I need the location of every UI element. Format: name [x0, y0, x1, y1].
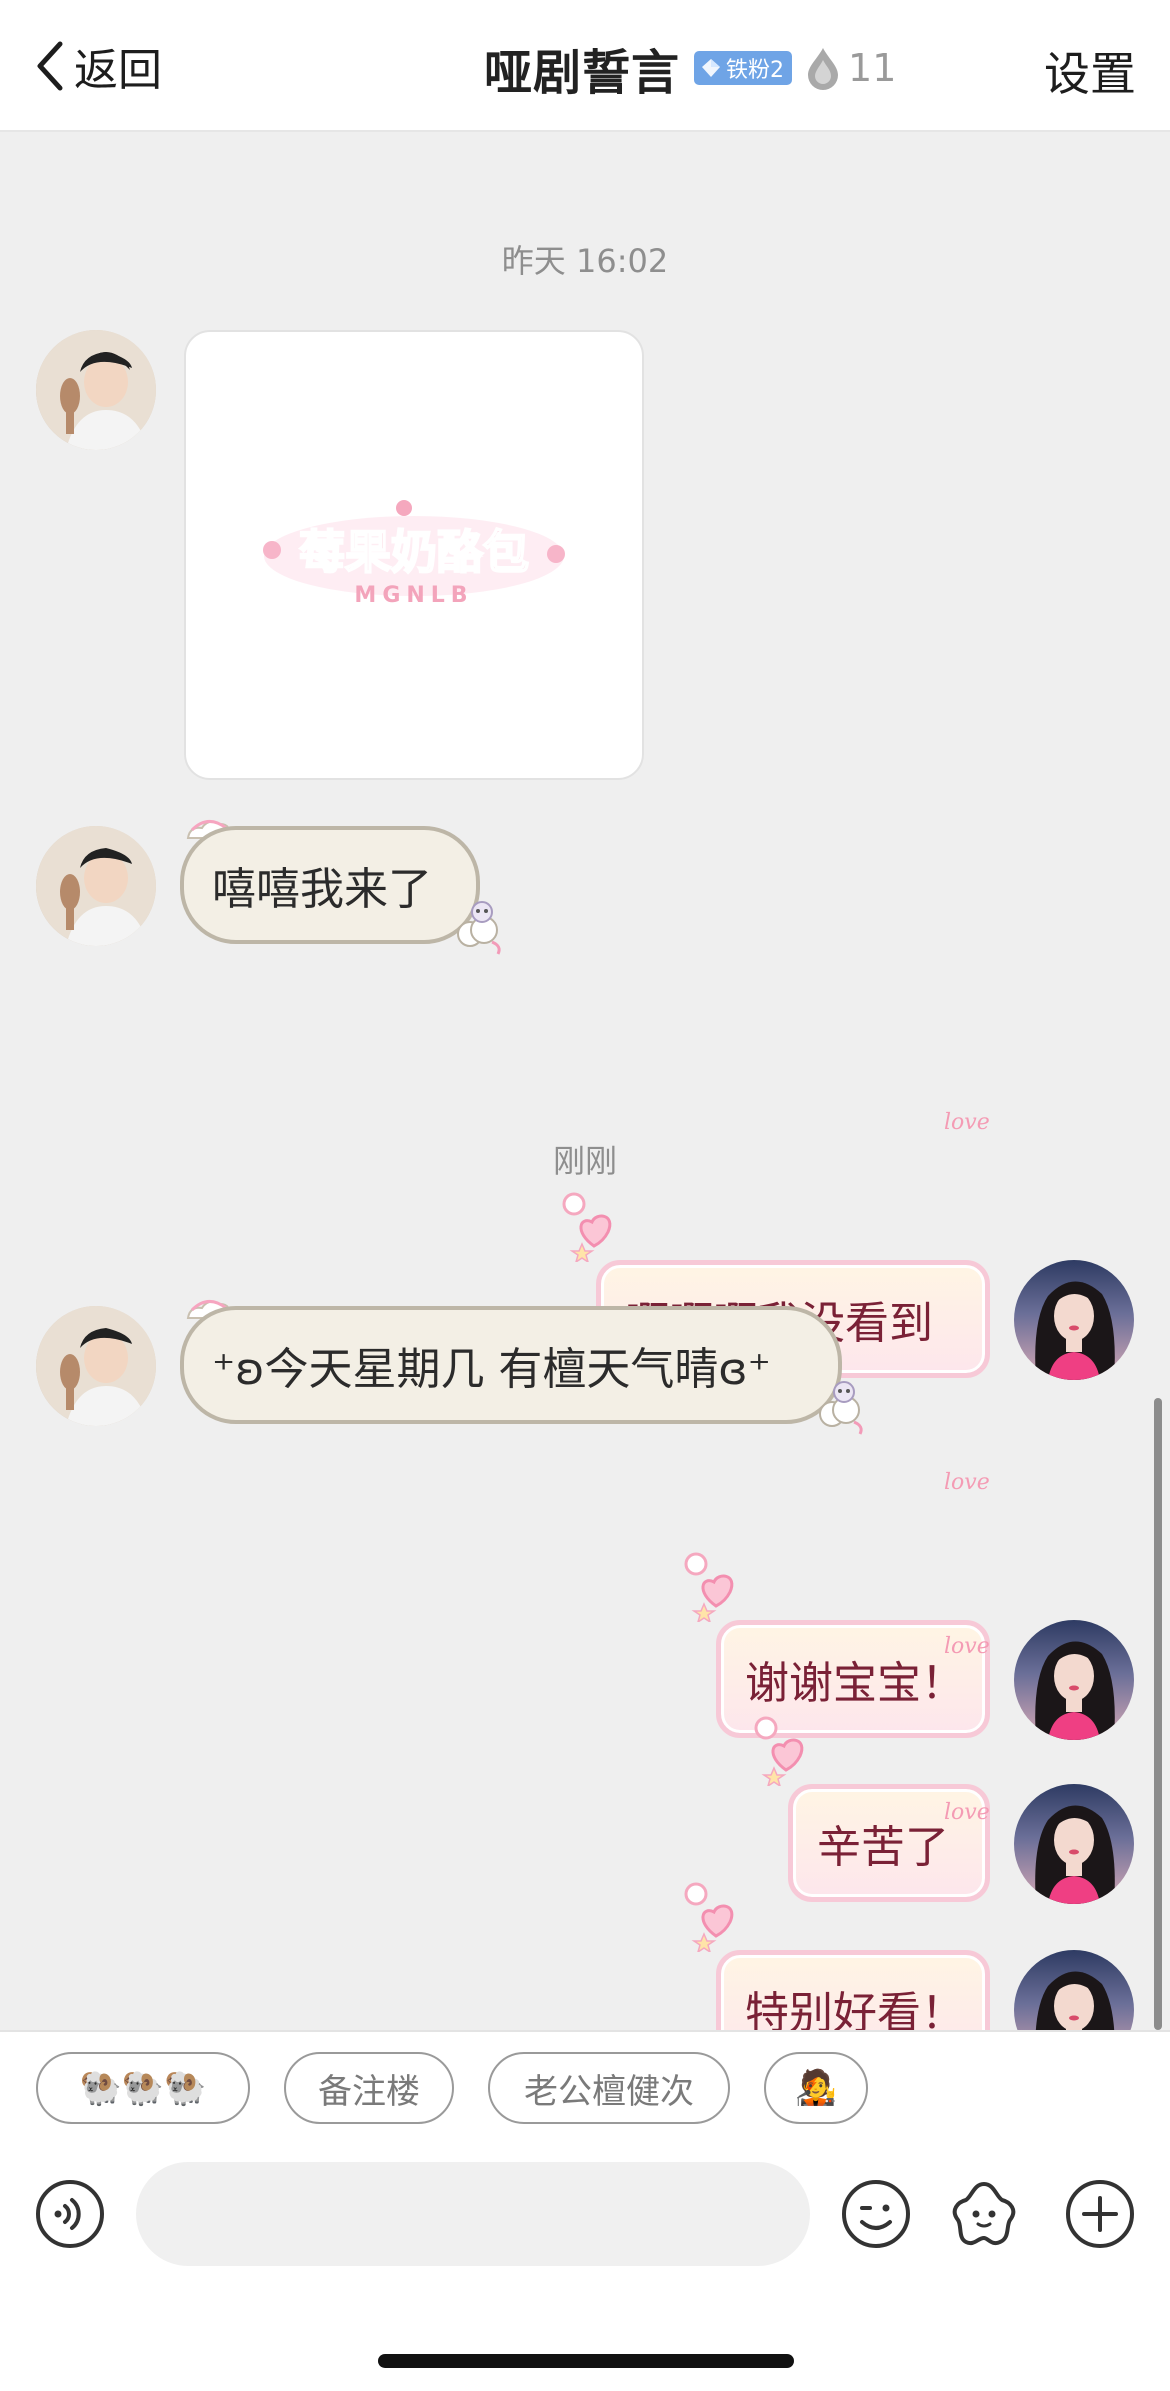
chat-header: 返回 哑剧誓言 铁粉2 11 设置: [0, 0, 1170, 132]
fire-drop-icon: [808, 48, 839, 90]
back-button[interactable]: 返回: [30, 34, 162, 98]
message-bubble-left[interactable]: ⁺ʚ今天星期几 有檀天气晴ɞ⁺: [180, 1306, 842, 1424]
plus-icon[interactable]: [1064, 2178, 1136, 2250]
diamond-icon: [702, 59, 721, 77]
avatar-other-user[interactable]: [36, 330, 156, 450]
message-text: 嘻嘻我来了: [212, 864, 432, 915]
home-indicator: [378, 2354, 794, 2368]
sticker-sub-text: MGNLB: [354, 583, 473, 608]
avatar-portrait-icon: [1035, 1641, 1115, 1740]
love-decoration: love: [944, 1800, 990, 1825]
message-input[interactable]: [136, 2162, 810, 2266]
love-decoration: love: [944, 1110, 990, 1135]
sticker-main-text: 莓果奶酪包: [299, 525, 529, 579]
chat-area[interactable]: 昨天 16:02 莓果奶酪包 MGNLB 嘻嘻我来了 刚刚 love ⁺ʚ今天星…: [0, 134, 1170, 2070]
input-panel: 🐏🐏🐏 备注楼 老公檀健次 🧑‍🎤: [0, 2030, 1170, 2391]
avatar-portrait-icon: [1035, 1805, 1115, 1904]
hearts-decoration-icon: [754, 1716, 804, 1786]
quick-reply-label: 🧑‍🎤: [794, 2068, 838, 2108]
chevron-left-icon: [37, 41, 63, 91]
avatar-portrait-icon: [36, 330, 156, 450]
avatar-other-user[interactable]: [36, 1306, 156, 1426]
image-message[interactable]: 莓果奶酪包 MGNLB: [184, 330, 644, 780]
timestamp: 刚刚: [552, 1142, 617, 1180]
sheep-sticker-icon: [457, 901, 501, 955]
voice-icon[interactable]: [34, 2178, 106, 2250]
quick-reply-label: 备注楼: [318, 2071, 420, 2112]
quick-reply-chip[interactable]: 老公檀健次: [488, 2052, 730, 2124]
hearts-decoration-icon: [684, 1552, 734, 1622]
title-group: 哑剧誓言 铁粉2 11: [484, 36, 897, 101]
page-title: 哑剧誓言: [484, 45, 681, 101]
avatar-portrait-icon: [1035, 1281, 1115, 1380]
sticker-flower-icon[interactable]: [948, 2178, 1020, 2250]
emoji-icon[interactable]: [840, 2178, 912, 2250]
avatar-portrait-icon: [36, 826, 156, 946]
composer-row: [0, 2162, 1170, 2266]
timestamp: 昨天 16:02: [501, 242, 669, 280]
back-label: 返回: [74, 45, 162, 96]
message-bubble-left[interactable]: 嘻嘻我来了: [180, 826, 480, 944]
sheep-sticker-icon: [819, 1381, 863, 1435]
berry-cheese-logo-image: 莓果奶酪包 MGNLB: [263, 500, 565, 608]
message-text: 辛苦了: [817, 1822, 949, 1873]
love-decoration: love: [944, 1634, 990, 1659]
love-decoration: love: [944, 1470, 990, 1495]
fan-level-badge: 铁粉2: [694, 51, 793, 85]
quick-reply-label: 老公檀健次: [524, 2071, 694, 2112]
hearts-decoration-icon: [562, 1192, 612, 1262]
fan-count: 11: [848, 46, 897, 90]
hearts-decoration-icon: [684, 1882, 734, 1952]
quick-reply-chip[interactable]: 备注楼: [284, 2052, 454, 2124]
settings-button[interactable]: 设置: [1044, 38, 1136, 104]
avatar-self[interactable]: [1014, 1260, 1134, 1380]
avatar-self[interactable]: [1014, 1620, 1134, 1740]
avatar-other-user[interactable]: [36, 826, 156, 946]
fan-badge-label: 铁粉2: [726, 58, 785, 83]
avatar-self[interactable]: [1014, 1784, 1134, 1904]
message-text: ⁺ʚ今天星期几 有檀天气晴ɞ⁺: [212, 1344, 771, 1395]
quick-reply-label: 🐏🐏🐏: [79, 2068, 207, 2108]
quick-reply-chip[interactable]: 🧑‍🎤: [764, 2052, 868, 2124]
message-text: 谢谢宝宝！: [745, 1658, 965, 1709]
quick-reply-chip[interactable]: 🐏🐏🐏: [36, 2052, 250, 2124]
avatar-portrait-icon: [36, 1306, 156, 1426]
chat-scrollbar[interactable]: [1154, 1398, 1162, 2030]
